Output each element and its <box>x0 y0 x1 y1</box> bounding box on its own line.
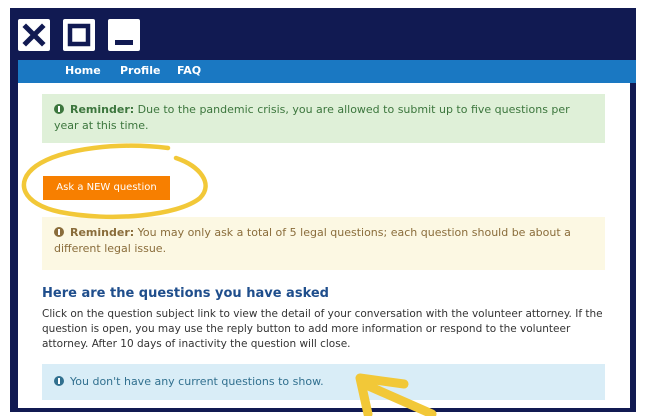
window-titlebar <box>10 8 636 60</box>
window-border-bottom <box>10 408 636 412</box>
pandemic-reminder-alert: Reminder: Due to the pandemic crisis, yo… <box>42 94 605 143</box>
screenshot-frame: Home Profile FAQ Reminder: Due to the pa… <box>0 0 645 416</box>
close-icon <box>22 23 46 47</box>
info-circle-icon <box>54 376 64 386</box>
ask-new-question-button[interactable]: Ask a NEW question <box>43 176 170 200</box>
question-limit-reminder-alert: Reminder: You may only ask a total of 5 … <box>42 217 605 270</box>
reminder-label: Reminder: <box>70 103 135 116</box>
nav-home[interactable]: Home <box>65 62 101 80</box>
questions-heading: Here are the questions you have asked <box>42 286 329 301</box>
no-questions-text: You don't have any current questions to … <box>70 375 324 388</box>
info-circle-icon <box>54 227 64 237</box>
maximize-icon <box>67 23 91 47</box>
main-content: Reminder: Due to the pandemic crisis, yo… <box>18 83 630 408</box>
no-questions-alert: You don't have any current questions to … <box>42 364 605 400</box>
nav-profile[interactable]: Profile <box>120 62 160 80</box>
window-border-left <box>10 60 18 412</box>
info-circle-icon <box>54 104 64 114</box>
top-navigation: Home Profile FAQ <box>18 60 636 83</box>
maximize-window-button[interactable] <box>63 19 95 51</box>
minimize-window-button[interactable] <box>108 19 140 51</box>
nav-faq[interactable]: FAQ <box>177 62 201 80</box>
reminder-label: Reminder: <box>70 226 135 239</box>
questions-description: Click on the question subject link to vi… <box>42 308 603 350</box>
minimize-icon <box>115 40 133 45</box>
close-window-button[interactable] <box>18 19 50 51</box>
window-border-right <box>630 60 636 412</box>
